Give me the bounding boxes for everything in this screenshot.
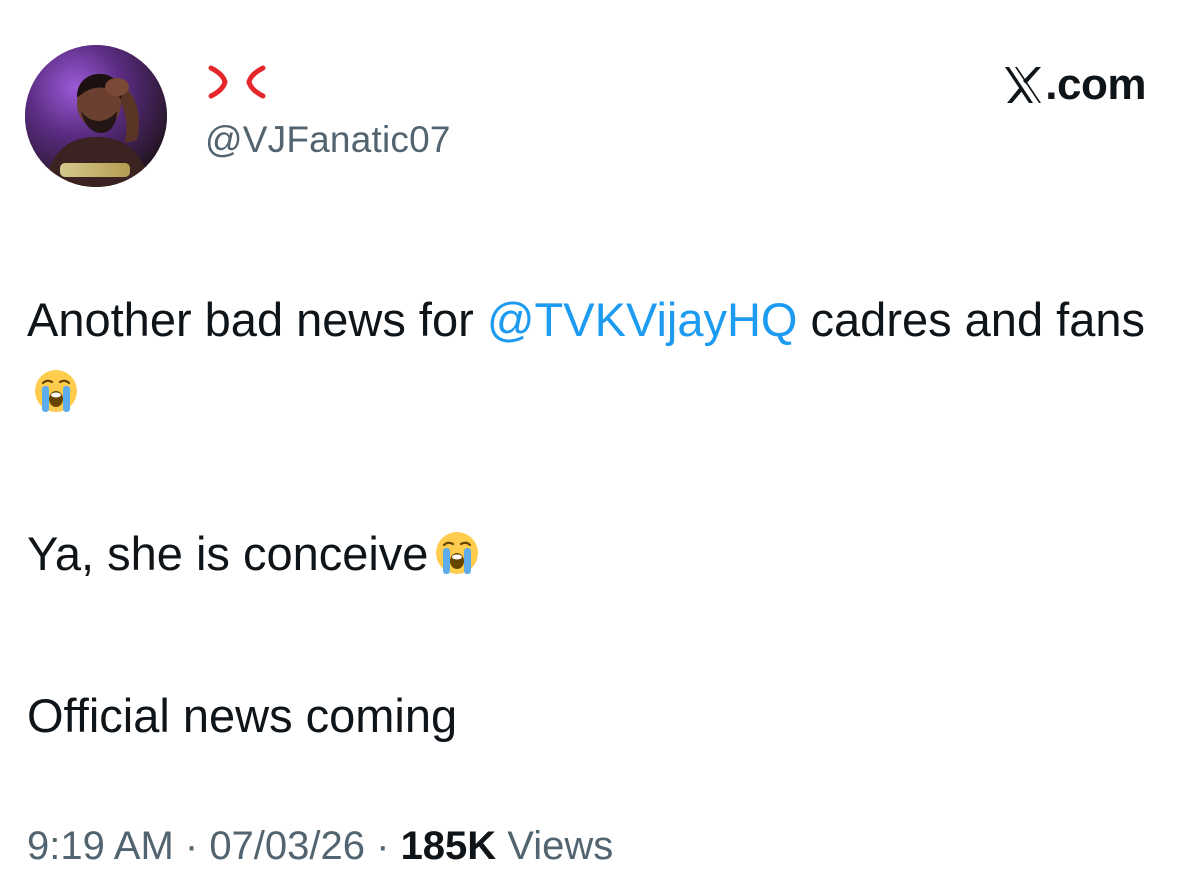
- tweet-text: Another bad news for: [27, 293, 487, 346]
- views-label: Views: [496, 824, 614, 868]
- x-logo-icon: [1003, 63, 1043, 107]
- anger-symbol-icon: [208, 65, 266, 99]
- meta-separator: ·: [173, 824, 210, 868]
- avatar[interactable]: [25, 45, 167, 187]
- tweet-body: Another bad news for @TVKVijayHQ cadres …: [27, 284, 1187, 752]
- loudly-crying-face-icon: [436, 532, 479, 574]
- tweet-text: Ya, she is conceive: [27, 527, 429, 580]
- tweet-date[interactable]: 07/03/26: [209, 824, 365, 868]
- mention-link[interactable]: @TVKVijayHQ: [487, 293, 798, 346]
- tweet-paragraph: Another bad news for @TVKVijayHQ cadres …: [27, 284, 1187, 428]
- tweet-paragraph: Official news coming: [27, 680, 1187, 752]
- views-count[interactable]: 185K: [401, 824, 497, 868]
- brand-watermark: .com: [1003, 60, 1146, 110]
- tweet-text: Official news coming: [27, 689, 458, 742]
- tweet-time[interactable]: 9:19 AM: [27, 824, 174, 868]
- brand-label: .com: [1045, 60, 1146, 109]
- meta-separator: ·: [365, 824, 401, 868]
- display-name[interactable]: [207, 62, 267, 112]
- tweet-card: @VJFanatic07 .com Another bad news for @…: [0, 0, 1200, 890]
- tweet-text: cadres and fans: [797, 293, 1145, 346]
- loudly-crying-face-icon: [35, 370, 77, 412]
- avatar-photo: [25, 45, 167, 187]
- tweet-paragraph: Ya, she is conceive: [27, 518, 1187, 590]
- author-handle[interactable]: @VJFanatic07: [205, 119, 451, 161]
- tweet-meta: 9:19 AM · 07/03/26 · 185K Views: [27, 824, 613, 869]
